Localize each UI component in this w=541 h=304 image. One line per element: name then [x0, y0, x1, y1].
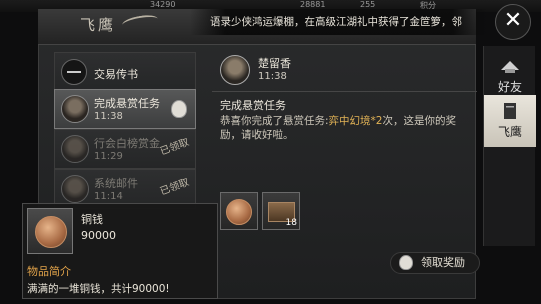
- claimed-stamp: 已领取: [158, 177, 191, 198]
- tooltip-description: 满满的一堆铜钱，共计90000!: [27, 283, 170, 295]
- mail-item-title: 系统邮件: [94, 177, 138, 190]
- tab-feiying[interactable]: 飞鹰: [484, 95, 536, 147]
- avatar: [61, 175, 89, 203]
- broadcast-marquee: 语录少侠鸿运爆棚，在高级江湖礼中获得了金笸箩，邻: [190, 9, 488, 35]
- tooltip-item-name: 铜钱: [81, 213, 103, 226]
- tab-friends-label: 好友: [497, 80, 522, 94]
- tab-feiying-label: 飞鹰: [497, 125, 522, 139]
- mail-item-time: 11:29: [94, 151, 123, 162]
- claimed-stamp: 已领取: [158, 137, 191, 158]
- mail-item-title: 交易传书: [94, 68, 138, 81]
- mail-body: 恭喜你完成了悬赏任务:弈中幻境*2次，这是你的奖励，请收好啦。: [220, 114, 470, 142]
- reward-bag-icon: [399, 255, 413, 270]
- copper-coin-icon: [35, 216, 67, 248]
- reward-slot-chest[interactable]: 18: [262, 192, 300, 230]
- side-tab-bar: 好友 飞鹰: [483, 46, 536, 246]
- mail-list: 交易传书 完成悬赏任务 11:38 行会白榜赏金 11:29 已领取 系统邮件 …: [54, 52, 196, 209]
- panel-title: 飞鹰: [80, 16, 117, 34]
- close-button[interactable]: ✕: [495, 4, 531, 40]
- reward-bag-icon: [171, 100, 187, 118]
- mail-body-prefix: 恭喜你完成了悬赏任务:: [220, 115, 329, 127]
- mail-body-highlight: 弈中幻境*2: [328, 115, 383, 127]
- tooltip-section-title: 物品简介: [27, 265, 71, 278]
- mail-item-time: 11:38: [94, 111, 123, 122]
- sender-name: 楚留香: [258, 57, 291, 70]
- currency-1-value: 34290: [150, 0, 176, 9]
- copper-coin-icon: [226, 199, 252, 225]
- sender-avatar: [220, 55, 250, 85]
- mail-item-bounty[interactable]: 完成悬赏任务 11:38: [54, 89, 196, 129]
- mail-item-title: 行会白榜赏金: [94, 137, 160, 150]
- claim-reward-button[interactable]: 领取奖励: [390, 252, 480, 274]
- tooltip-item-frame: [27, 208, 73, 254]
- feiying-scroll-icon: [504, 103, 516, 119]
- mail-item-trade[interactable]: 交易传书: [54, 52, 196, 92]
- currency-2-value: 28881: [300, 0, 326, 9]
- trade-scale-icon: [61, 59, 87, 85]
- claim-reward-label: 领取奖励: [421, 256, 465, 269]
- friends-hat-icon: [501, 61, 519, 73]
- reward-slot-coins[interactable]: [220, 192, 258, 230]
- sender-time: 11:38: [258, 71, 287, 82]
- mail-item-title: 完成悬赏任务: [94, 97, 160, 110]
- item-tooltip: 铜钱 90000 物品简介 满满的一堆铜钱，共计90000!: [22, 203, 218, 299]
- avatar: [61, 95, 89, 123]
- currency-3-value: 255: [360, 0, 376, 9]
- tooltip-item-quantity: 90000: [81, 229, 116, 242]
- mail-subject: 完成悬赏任务: [220, 99, 286, 112]
- avatar: [61, 135, 89, 163]
- mail-item-guild[interactable]: 行会白榜赏金 11:29 已领取: [54, 129, 196, 169]
- detail-divider: [212, 91, 477, 92]
- mail-item-time: 11:14: [94, 191, 123, 202]
- reward-count: 18: [285, 218, 297, 228]
